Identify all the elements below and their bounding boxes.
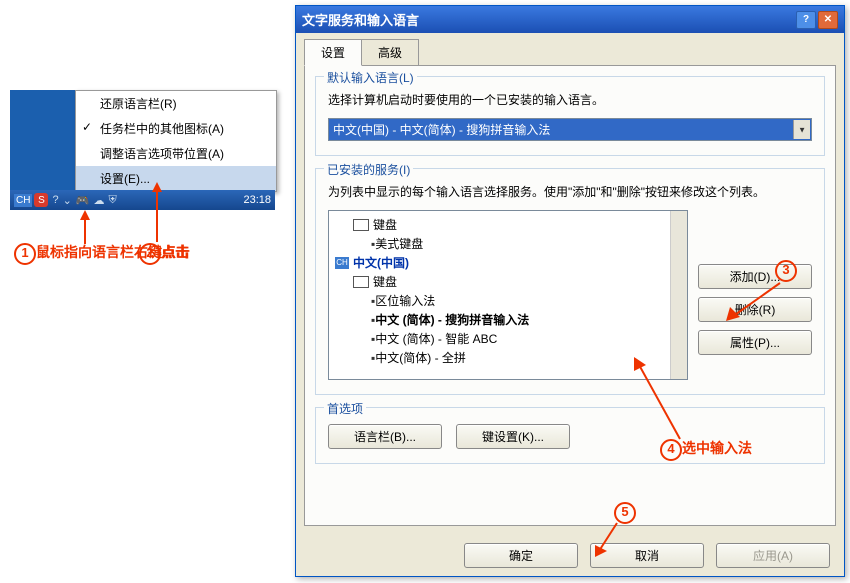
dialog-tabs: 设置 高级 (296, 33, 844, 66)
properties-button[interactable]: 属性(P)... (698, 330, 812, 355)
tray-network-icon: 🎮 (76, 194, 90, 207)
menu-adjust-position[interactable]: 调整语言选项带位置(A) (76, 141, 276, 166)
dialog-footer: 确定 取消 应用(A) (296, 535, 844, 576)
list-item: 键盘 (335, 215, 681, 234)
default-language-group: 默认输入语言(L) 选择计算机启动时要使用的一个已安装的输入语言。 中文(中国)… (315, 76, 825, 156)
cancel-button[interactable]: 取消 (590, 543, 704, 568)
tray-options-icon[interactable]: ⌄ (63, 194, 72, 207)
keyboard-icon (353, 276, 369, 288)
annotation-2: 2点击 (139, 242, 189, 265)
text-services-dialog: 文字服务和输入语言 ? ✕ 设置 高级 默认输入语言(L) 选择计算机启动时要使… (295, 5, 845, 577)
default-language-legend: 默认输入语言(L) (324, 69, 417, 86)
dialog-titlebar: 文字服务和输入语言 ? ✕ (296, 6, 844, 33)
list-item-selected[interactable]: 中文 (简体) - 搜狗拼音输入法 (335, 310, 681, 329)
list-item: 键盘 (335, 272, 681, 291)
close-button[interactable]: ✕ (818, 11, 838, 29)
default-language-text: 选择计算机启动时要使用的一个已安装的输入语言。 (328, 91, 812, 108)
scrollbar[interactable] (670, 211, 687, 379)
menu-settings[interactable]: 设置(E)... (76, 166, 276, 191)
preferences-legend: 首选项 (324, 400, 366, 417)
menu-other-icons[interactable]: 任务栏中的其他图标(A) (76, 116, 276, 141)
annotation-4: 4选中输入法 (660, 438, 752, 461)
key-settings-button[interactable]: 键设置(K)... (456, 424, 570, 449)
list-item: CH中文(中国) (335, 253, 681, 272)
keyboard-icon (353, 219, 369, 231)
remove-button[interactable]: 删除(R) (698, 297, 812, 322)
installed-services-group: 已安装的服务(I) 为列表中显示的每个输入语言选择服务。使用"添加"和"删除"按… (315, 168, 825, 395)
sogou-ime-icon[interactable]: S (34, 193, 48, 207)
installed-services-text: 为列表中显示的每个输入语言选择服务。使用"添加"和"删除"按钮来修改这个列表。 (328, 183, 812, 200)
default-language-dropdown[interactable]: 中文(中国) - 中文(简体) - 搜狗拼音输入法 ▼ (328, 118, 812, 141)
apply-button[interactable]: 应用(A) (716, 543, 830, 568)
language-bar-context-menu: 还原语言栏(R) 任务栏中的其他图标(A) 调整语言选项带位置(A) 设置(E)… (75, 90, 277, 192)
installed-services-legend: 已安装的服务(I) (324, 161, 413, 178)
tab-content: 默认输入语言(L) 选择计算机启动时要使用的一个已安装的输入语言。 中文(中国)… (304, 65, 836, 526)
tray-shield-icon: ⛨ (109, 194, 117, 207)
list-item[interactable]: 美式键盘 (335, 234, 681, 253)
annotation-5: 5 (614, 502, 636, 524)
help-button[interactable]: ? (796, 11, 816, 29)
chevron-down-icon: ▼ (798, 125, 806, 134)
services-listbox[interactable]: 键盘 美式键盘 CH中文(中国) 键盘 区位输入法 中文 (简体) - 搜狗拼音… (328, 210, 688, 380)
list-item[interactable]: 中文 (简体) - 智能 ABC (335, 329, 681, 348)
taskbar-language-area: CH S ? ⌄ 🎮 ☁ ⛨ 23:18 (10, 190, 275, 210)
tab-advanced[interactable]: 高级 (361, 39, 419, 66)
taskbar-clock: 23:18 (243, 194, 271, 206)
list-item[interactable]: 区位输入法 (335, 291, 681, 310)
ime-indicator-ch[interactable]: CH (14, 194, 32, 207)
annotation-3: 3 (775, 260, 797, 282)
ok-button[interactable]: 确定 (464, 543, 578, 568)
dropdown-value: 中文(中国) - 中文(简体) - 搜狗拼音输入法 (333, 123, 550, 137)
language-bar-button[interactable]: 语言栏(B)... (328, 424, 442, 449)
menu-restore-lang-bar[interactable]: 还原语言栏(R) (76, 91, 276, 116)
tab-settings[interactable]: 设置 (304, 39, 362, 66)
tray-help-icon[interactable]: ? (52, 194, 58, 206)
ch-locale-icon: CH (335, 257, 349, 269)
list-item[interactable]: 中文(简体) - 全拼 (335, 348, 681, 367)
tray-cloud-icon: ☁ (94, 194, 105, 207)
arrow-1 (78, 210, 92, 244)
dialog-title: 文字服务和输入语言 (302, 10, 419, 29)
